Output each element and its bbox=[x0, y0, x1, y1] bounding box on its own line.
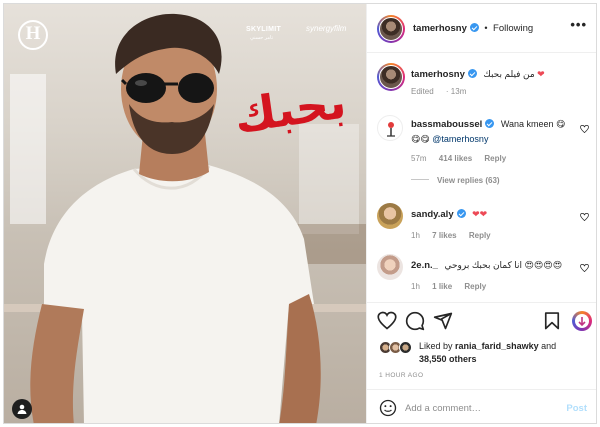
caption-text: من فيلم بحبك bbox=[483, 69, 535, 79]
tagged-user-icon[interactable] bbox=[12, 399, 32, 419]
heart-emoji: ❤ bbox=[537, 69, 545, 79]
commenter-username[interactable]: 2e.n._ bbox=[411, 260, 438, 271]
man-in-white-tshirt-illustration bbox=[30, 13, 321, 423]
post-header: tamerhosny • Following ••• bbox=[367, 4, 596, 53]
commenter-username[interactable]: bassmaboussel bbox=[411, 119, 482, 130]
post-image[interactable]: H SKYLIMIT تامر حسني synergyfilm بحبك bbox=[4, 4, 366, 423]
commenter-avatar[interactable] bbox=[377, 115, 403, 141]
verified-icon bbox=[456, 209, 466, 218]
caption-edited: Edited · 13m bbox=[411, 87, 467, 96]
liker-avatar[interactable] bbox=[399, 341, 412, 354]
comment-time: 1h bbox=[411, 282, 420, 291]
post-button[interactable]: Post bbox=[566, 403, 587, 414]
caption-username[interactable]: tamerhosny bbox=[411, 69, 465, 80]
skylimit-logo: SKYLIMIT bbox=[246, 26, 282, 33]
more-icon[interactable]: ••• bbox=[570, 18, 587, 31]
add-comment-bar: Post bbox=[367, 389, 596, 423]
comment-like-icon[interactable] bbox=[580, 264, 589, 272]
liked-by-username[interactable]: rania_farid_shawky bbox=[455, 341, 539, 351]
view-replies-button[interactable]: View replies (63) bbox=[411, 176, 577, 185]
comment-text: Wana kmeen 😋 bbox=[500, 119, 566, 129]
comment-emoji: 😋😋 bbox=[411, 134, 430, 144]
reply-button[interactable]: Reply bbox=[484, 154, 506, 163]
comment-likes[interactable]: 1 like bbox=[432, 282, 452, 291]
following-button[interactable]: Following bbox=[493, 23, 533, 34]
synergyfilm-logo: synergyfilm bbox=[306, 24, 347, 33]
reply-button[interactable]: Reply bbox=[464, 282, 486, 291]
verified-icon bbox=[485, 119, 495, 128]
gift-icon[interactable] bbox=[572, 311, 592, 331]
emoji-icon[interactable] bbox=[379, 399, 397, 417]
h-logo-icon: H bbox=[16, 18, 50, 56]
reply-button[interactable]: Reply bbox=[469, 231, 491, 240]
caption-row: tamerhosny من فيلم بحبك ❤ Edited · 13m bbox=[367, 62, 596, 106]
instagram-post: H SKYLIMIT تامر حسني synergyfilm بحبك ta… bbox=[3, 3, 597, 424]
liked-by-row: Liked by rania_farid_shawky and 38,550 o… bbox=[367, 337, 596, 367]
heart-icon[interactable] bbox=[377, 311, 397, 331]
comment-like-icon[interactable] bbox=[580, 125, 589, 133]
action-bar bbox=[367, 302, 596, 338]
comment-row: 2e.n._ انا كمان بحبك بروحي 😍😍😍😍 1h 1 lik… bbox=[367, 252, 596, 296]
caption-avatar[interactable] bbox=[377, 63, 405, 91]
comment-text: ❤❤ bbox=[472, 209, 488, 219]
liked-by-others[interactable]: 38,550 others bbox=[419, 354, 477, 364]
comment-text: انا كمان بحبك بروحي 😍😍😍😍 bbox=[444, 260, 563, 270]
bookmark-icon[interactable] bbox=[542, 311, 562, 331]
share-icon[interactable] bbox=[433, 311, 453, 331]
verified-icon bbox=[467, 69, 477, 78]
post-side-panel: tamerhosny • Following ••• tamerhosny من… bbox=[366, 4, 596, 423]
post-timestamp[interactable]: 1 HOUR AGO bbox=[379, 372, 423, 379]
commenter-avatar[interactable] bbox=[377, 203, 403, 229]
commenter-avatar[interactable] bbox=[377, 254, 403, 280]
comment-input[interactable] bbox=[405, 399, 555, 417]
comment-likes[interactable]: 7 likes bbox=[432, 231, 456, 240]
comment-like-icon[interactable] bbox=[580, 213, 589, 221]
comment-row: sandy.aly ❤❤ 1h 7 likes Reply bbox=[367, 201, 596, 241]
comment-icon[interactable] bbox=[405, 311, 425, 331]
author-avatar[interactable] bbox=[377, 15, 405, 43]
commenter-username[interactable]: sandy.aly bbox=[411, 209, 454, 220]
comment-mention[interactable]: @tamerhosny bbox=[432, 134, 488, 144]
separator-dot: • bbox=[484, 23, 488, 33]
author-username[interactable]: tamerhosny bbox=[413, 23, 467, 34]
comment-likes[interactable]: 414 likes bbox=[439, 154, 472, 163]
liked-by-text: Liked by rania_farid_shawky and 38,550 o… bbox=[419, 341, 557, 364]
skylimit-subtitle: تامر حسني bbox=[250, 35, 273, 41]
verified-icon bbox=[469, 23, 479, 32]
comment-row: bassmaboussel Wana kmeen 😋 😋😋 @tamerhosn… bbox=[367, 113, 596, 193]
comment-time: 1h bbox=[411, 231, 420, 240]
comment-time: 57m bbox=[411, 154, 427, 163]
